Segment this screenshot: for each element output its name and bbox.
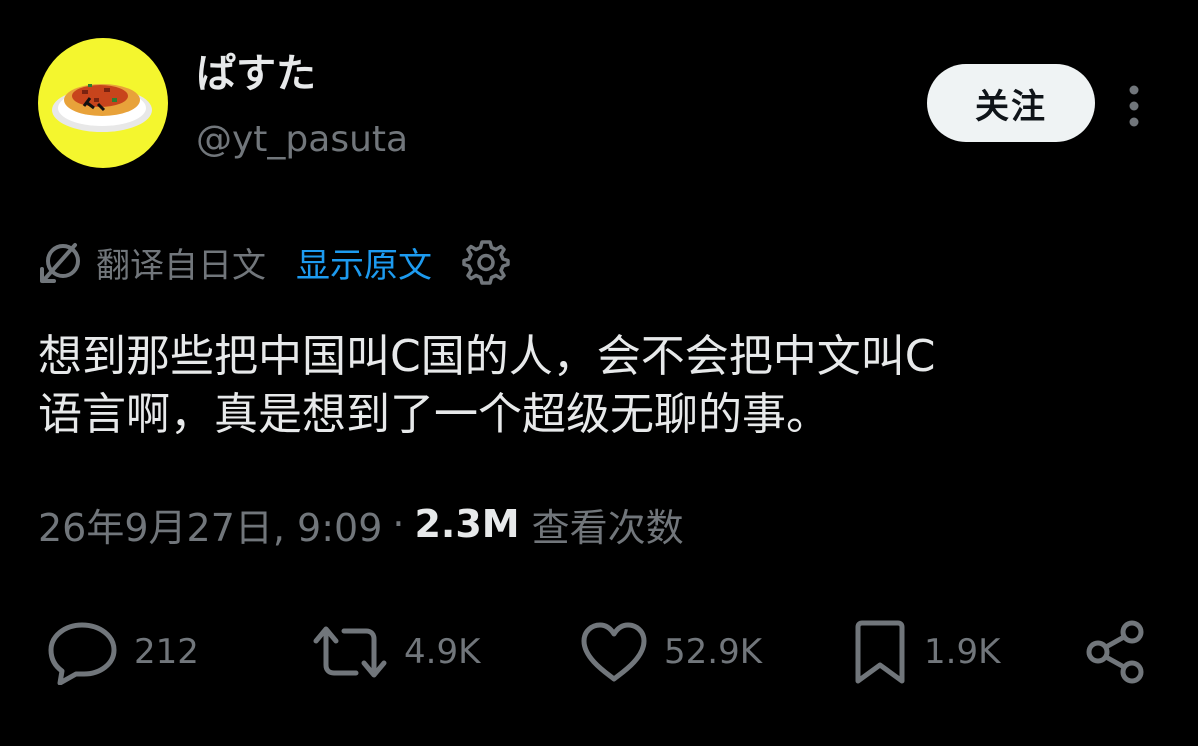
- reply-count: 212: [134, 632, 199, 672]
- heart-icon: [581, 622, 647, 682]
- tweet-text: 想到那些把中国叫C国的人，会不会把中文叫C 语言啊，真是想到了一个超级无聊的事。: [38, 328, 1168, 444]
- tweet-meta: 26年9月27日, 9:09 · 2.3M 查看次数: [38, 496, 684, 552]
- author-display-name[interactable]: ぱすた: [196, 50, 316, 98]
- gear-icon[interactable]: [462, 238, 510, 286]
- views-label: 查看次数: [531, 505, 684, 550]
- repost-button[interactable]: 4.9K: [310, 616, 480, 688]
- tweet-text-line: 想到那些把中国叫C国的人，会不会把中文叫C: [38, 331, 936, 382]
- timestamp[interactable]: 26年9月27日, 9:09: [38, 497, 382, 552]
- bookmark-icon: [855, 620, 905, 684]
- share-button[interactable]: [1082, 616, 1150, 688]
- views-count: 2.3M: [414, 502, 520, 546]
- meta-separator: ·: [392, 502, 405, 546]
- reply-button[interactable]: 212: [46, 616, 199, 688]
- repost-count: 4.9K: [404, 632, 481, 672]
- author-handle[interactable]: @yt_pasuta: [196, 118, 408, 162]
- translation-bar: 翻译自日文 显示原文: [38, 236, 510, 288]
- tweet-text-line: 语言啊，真是想到了一个超级无聊的事。: [38, 389, 830, 440]
- translate-icon: [40, 243, 80, 283]
- reply-icon: [48, 622, 117, 685]
- share-icon: [1086, 620, 1144, 684]
- more-vertical-icon[interactable]: [1120, 84, 1148, 128]
- like-button[interactable]: 52.9K: [578, 616, 762, 688]
- repost-icon: [313, 626, 387, 678]
- bookmark-button[interactable]: 1.9K: [850, 616, 1000, 688]
- pasta-plate-icon: [52, 84, 152, 132]
- follow-button[interactable]: 关注: [927, 64, 1095, 142]
- like-count: 52.9K: [664, 632, 762, 672]
- bookmark-count: 1.9K: [924, 632, 1001, 672]
- translated-from-label: 翻译自日文: [96, 245, 266, 286]
- show-original-link[interactable]: 显示原文: [296, 238, 432, 287]
- avatar[interactable]: [38, 38, 168, 168]
